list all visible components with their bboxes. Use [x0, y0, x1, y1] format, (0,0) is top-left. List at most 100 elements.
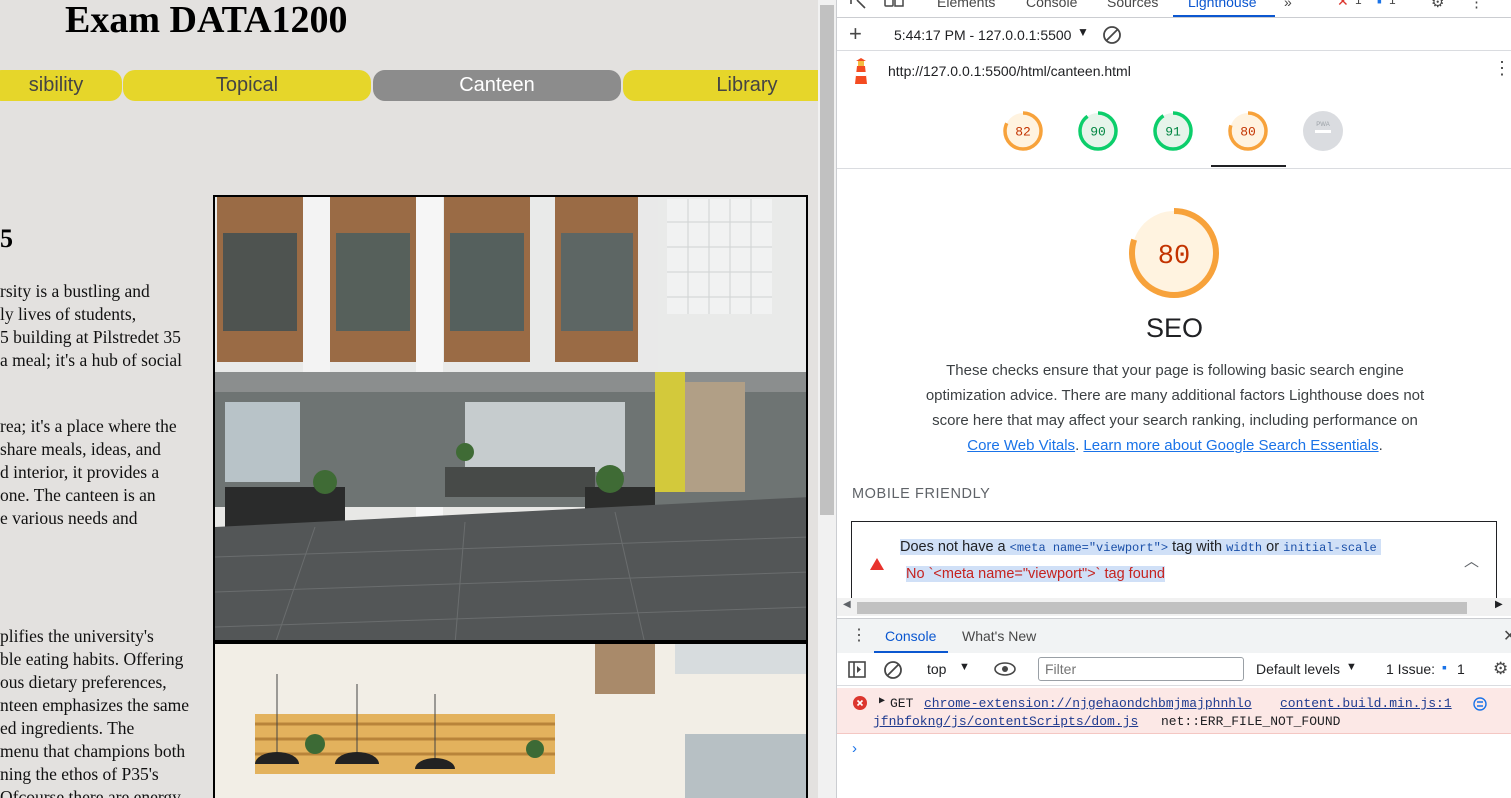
clear-console-icon[interactable] — [883, 660, 903, 680]
expand-triangle-icon[interactable]: ▶ — [879, 695, 885, 707]
error-url-part2[interactable]: jfnbfokng/js/contentScripts/dom.js — [873, 714, 1138, 729]
error-method: GET — [890, 696, 914, 711]
report-scrollbar-thumb[interactable] — [857, 602, 1467, 614]
active-tab-indicator — [1173, 15, 1275, 17]
clear-reports-icon[interactable] — [1102, 25, 1122, 45]
accessibility-gauge[interactable]: 90 — [1077, 110, 1119, 152]
lighthouse-url-bar: http://127.0.0.1:5500/html/canteen.html … — [837, 52, 1511, 90]
device-toolbar-icon[interactable] — [883, 0, 905, 10]
collapse-chevron-icon[interactable]: ︿ — [1464, 550, 1479, 571]
error-url-part1[interactable]: chrome-extension://njgehaondchbmjmajphnh… — [924, 696, 1252, 711]
close-drawer-icon[interactable]: ✕ — [1503, 626, 1511, 646]
tab-elements[interactable]: Elements — [937, 0, 995, 10]
settings-gear-icon[interactable]: ⚙ — [1431, 0, 1444, 11]
inspect-element-icon[interactable] — [849, 0, 869, 10]
audit-explanation: No `<meta name="viewport">` tag found — [906, 566, 1165, 582]
report-selector[interactable]: 5:44:17 PM - 127.0.0.1:5500 — [894, 27, 1071, 43]
report-menu-icon[interactable]: ⋮ — [1493, 58, 1511, 79]
nav-topical[interactable]: Topical — [123, 70, 371, 101]
error-count: 1 — [1355, 0, 1362, 7]
issues-count-value: 1 — [1457, 661, 1465, 677]
performance-gauge[interactable]: 82 — [1002, 110, 1044, 152]
audit-title: Does not have a <meta name="viewport"> t… — [900, 539, 1381, 555]
new-report-plus-icon[interactable]: + — [849, 21, 862, 47]
drawer-menu-icon[interactable]: ⋮ — [851, 625, 867, 645]
console-prompt-icon[interactable]: › — [852, 740, 857, 757]
error-circle-icon — [853, 696, 867, 710]
console-toolbar: top ▼ Default levels ▼ 1 Issue: ▪ 1 ⚙ — [837, 653, 1511, 686]
audit-title-code-width: width — [1226, 541, 1263, 555]
error-count-icon[interactable]: ✕ — [1337, 0, 1349, 10]
lighthouse-logo-icon — [855, 58, 867, 84]
category-title: SEO — [1145, 313, 1204, 343]
seo-report: 80 SEO These checks ensure that your pag… — [837, 178, 1511, 598]
tab-console[interactable]: Console — [1026, 0, 1077, 10]
error-text: net::ERR_FILE_NOT_FOUND — [1161, 714, 1341, 729]
error-source-link[interactable]: content.build.min.js:1 — [1280, 696, 1452, 711]
svg-text:PWA: PWA — [1316, 122, 1329, 128]
console-filter-input[interactable] — [1038, 657, 1244, 681]
score-gauges: 82 90 91 80 PWA — [837, 92, 1511, 169]
svg-text:90: 90 — [1090, 125, 1106, 140]
nav-accessibility[interactable]: sibility — [0, 70, 122, 101]
audit-title-or: or — [1262, 539, 1284, 555]
drawer-header: ⋮ Console What's New ✕ — [837, 618, 1511, 653]
more-options-icon[interactable]: ⋮ — [1469, 0, 1484, 11]
search-essentials-link[interactable]: Learn more about Google Search Essential… — [1083, 437, 1378, 454]
core-web-vitals-link[interactable]: Core Web Vitals — [967, 437, 1075, 454]
seo-gauge[interactable]: 80 — [1227, 110, 1269, 152]
tab-sources[interactable]: Sources — [1107, 0, 1158, 10]
paragraph-interior: rea; it's a place where the share meals,… — [0, 416, 177, 528]
canteen-hall-photo — [213, 195, 808, 642]
more-tabs-icon[interactable]: » — [1284, 0, 1292, 10]
drawer-tab-whats-new[interactable]: What's New — [962, 628, 1036, 644]
log-levels-dropdown[interactable]: Default levels — [1256, 661, 1340, 677]
report-selector-dropdown-icon[interactable]: ▼ — [1077, 25, 1089, 39]
audited-url[interactable]: http://127.0.0.1:5500/html/canteen.html — [888, 63, 1131, 79]
audit-explanation-text: No `<meta name="viewport">` tag found — [906, 566, 1165, 582]
mobile-friendly-heading: MOBILE FRIENDLY — [852, 486, 991, 502]
tab-lighthouse[interactable]: Lighthouse — [1188, 0, 1257, 10]
audit-title-mid: tag with — [1168, 539, 1227, 555]
category-description: These checks ensure that your page is fo… — [925, 362, 1425, 454]
audit-title-code-meta: <meta name="viewport"> — [1009, 541, 1169, 555]
issues-count-icon[interactable]: ▪ — [1377, 0, 1382, 9]
seo-score-gauge: 80 — [1129, 208, 1219, 298]
nav-canteen[interactable]: Canteen — [373, 70, 621, 101]
sidebar-toggle-icon[interactable] — [848, 661, 866, 678]
selected-gauge-indicator — [1211, 165, 1286, 167]
seo-score-value: 80 — [1158, 242, 1190, 272]
best-practices-gauge[interactable]: 91 — [1152, 110, 1194, 152]
scroll-left-icon[interactable]: ◀ — [843, 599, 851, 610]
network-request-icon[interactable] — [1473, 697, 1487, 711]
issues-label[interactable]: 1 Issue: — [1386, 661, 1435, 677]
paragraph-menu: plifies the university's ble eating habi… — [0, 626, 190, 798]
context-selector[interactable]: top — [927, 661, 946, 677]
issue-message-icon[interactable]: ▪ — [1442, 659, 1447, 675]
svg-text:80: 80 — [1240, 125, 1256, 140]
canteen-serving-photo — [213, 642, 808, 798]
fail-triangle-icon — [870, 558, 884, 570]
page-title: Exam DATA1200 — [65, 0, 348, 41]
audit-title-code-initial-scale: initial-scale — [1283, 541, 1377, 555]
viewport-audit[interactable]: Does not have a <meta name="viewport"> t… — [851, 521, 1497, 598]
scroll-right-icon[interactable]: ▶ — [1495, 599, 1503, 610]
drawer-tab-console[interactable]: Console — [885, 628, 936, 644]
web-page: Exam DATA1200 sibility Topical Canteen L… — [0, 0, 818, 798]
devtools-tabbar: Elements Console Sources Lighthouse » ✕ … — [837, 0, 1511, 18]
paragraph-intro: rsity is a bustling and ly lives of stud… — [0, 281, 182, 370]
context-dropdown-icon[interactable]: ▼ — [959, 661, 970, 673]
log-levels-dropdown-icon[interactable]: ▼ — [1346, 661, 1357, 673]
page-scrollbar-thumb[interactable] — [820, 5, 834, 515]
svg-text:82: 82 — [1015, 125, 1031, 140]
nav-library[interactable]: Library — [623, 70, 818, 101]
live-expression-eye-icon[interactable] — [993, 662, 1017, 676]
issues-count: 1 — [1389, 0, 1396, 7]
console-settings-gear-icon[interactable]: ⚙ — [1493, 659, 1508, 679]
audit-title-prefix: Does not have a — [900, 539, 1010, 555]
description-text: These checks ensure that your page is fo… — [925, 362, 1425, 429]
devtools-panel: Elements Console Sources Lighthouse » ✕ … — [836, 0, 1511, 798]
svg-text:91: 91 — [1165, 125, 1181, 140]
lighthouse-toolbar: + 5:44:17 PM - 127.0.0.1:5500 ▼ — [837, 19, 1511, 51]
pwa-badge-icon[interactable]: PWA — [1302, 110, 1344, 152]
